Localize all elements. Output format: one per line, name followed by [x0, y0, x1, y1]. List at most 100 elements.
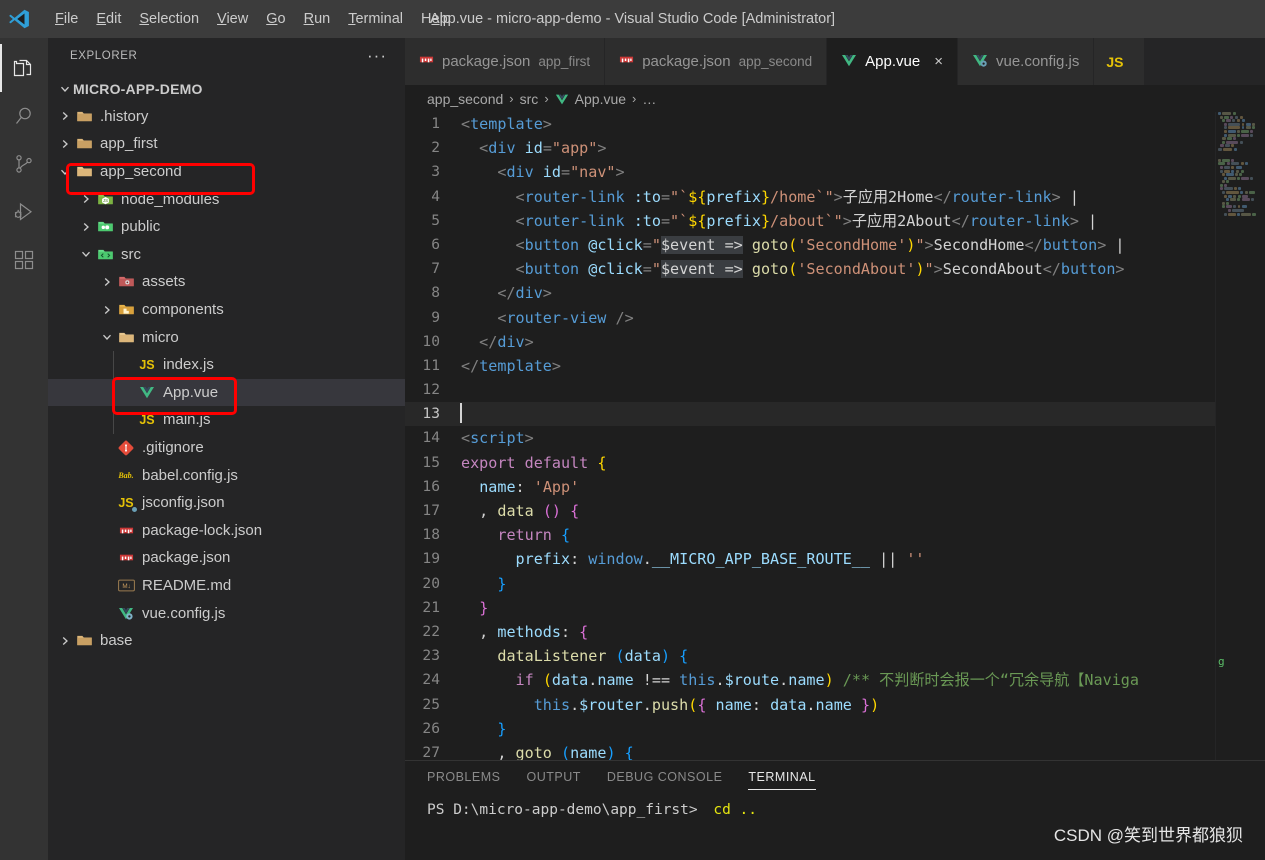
more-actions-icon[interactable]: ···: [367, 47, 387, 64]
source-control-icon[interactable]: [0, 140, 48, 188]
code-line-14[interactable]: 14 <script>: [405, 426, 1215, 450]
tree-item-base[interactable]: base: [48, 627, 405, 655]
explorer-icon[interactable]: [0, 44, 48, 92]
chevron-down-icon[interactable]: [56, 166, 73, 178]
code-line-15[interactable]: 15 export default {: [405, 451, 1215, 475]
code-line-24[interactable]: 24 if (data.name !== this.$route.name) /…: [405, 668, 1215, 692]
code-line-2[interactable]: 2 <div id="app">: [405, 136, 1215, 160]
code-line-23[interactable]: 23 dataListener (data) {: [405, 644, 1215, 668]
code-line-27[interactable]: 27 , goto (name) {: [405, 741, 1215, 760]
line-number: 8: [431, 284, 440, 302]
chevron-right-icon[interactable]: [56, 635, 73, 647]
breadcrumb-symbol-ellipsis[interactable]: …: [642, 91, 656, 107]
tab-package-json-app-second[interactable]: package.json app_second: [605, 38, 828, 85]
panel-tab-bar: PROBLEMS OUTPUT DEBUG CONSOLE TERMINAL: [405, 761, 1265, 798]
breadcrumb-app-second[interactable]: app_second: [427, 91, 503, 107]
tree-item-node-modules[interactable]: JS node_modules: [48, 185, 405, 213]
code-line-21[interactable]: 21 }: [405, 596, 1215, 620]
chevron-right-icon[interactable]: [98, 276, 115, 288]
tree-item-jsconfig-json[interactable]: JS jsconfig.json: [48, 489, 405, 517]
code-line-7[interactable]: 7 <button @click="$event => goto('Second…: [405, 257, 1215, 281]
chevron-down-icon[interactable]: [98, 331, 115, 343]
tree-item--gitignore[interactable]: .gitignore: [48, 434, 405, 462]
menu-edit[interactable]: Edit: [87, 8, 130, 30]
search-icon[interactable]: [0, 92, 48, 140]
menu-file[interactable]: File: [46, 8, 87, 30]
tab-js-partial[interactable]: JS: [1094, 38, 1145, 85]
panel-tab-terminal[interactable]: TERMINAL: [748, 770, 816, 790]
chevron-right-icon[interactable]: [98, 304, 115, 316]
tree-item-package-lock-json[interactable]: package-lock.json: [48, 517, 405, 545]
vscode-window: File Edit Selection View Go Run Terminal…: [0, 0, 1265, 860]
code-line-5[interactable]: 5 <router-link :to="`${prefix}/about`">子…: [405, 209, 1215, 233]
extensions-icon[interactable]: [0, 236, 48, 284]
tree-root-label: MICRO-APP-DEMO: [73, 80, 203, 97]
code-line-9[interactable]: 9 <router-view />: [405, 306, 1215, 330]
tree-item-index-js[interactable]: JS index.js: [48, 350, 405, 379]
menu-help[interactable]: Help: [412, 8, 460, 30]
code-editor[interactable]: 1 <template> 2 <div id="app"> 3 <div id="na…: [405, 112, 1265, 760]
tree-item-components[interactable]: components: [48, 296, 405, 324]
tab-vue-config-js[interactable]: vue.config.js: [957, 38, 1095, 85]
tree-item-public[interactable]: public: [48, 213, 405, 241]
panel-tab-problems[interactable]: PROBLEMS: [427, 770, 500, 790]
tree-item-package-json[interactable]: package.json: [48, 544, 405, 572]
menu-terminal[interactable]: Terminal: [339, 8, 412, 30]
breadcrumb-src[interactable]: src: [520, 91, 539, 107]
tree-item-micro[interactable]: micro: [48, 323, 405, 351]
panel-tab-output[interactable]: OUTPUT: [526, 770, 580, 790]
code-line-10[interactable]: 10 </div>: [405, 330, 1215, 354]
code-line-17[interactable]: 17 , data () {: [405, 499, 1215, 523]
code-line-22[interactable]: 22 , methods: {: [405, 620, 1215, 644]
line-number: 12: [422, 381, 440, 399]
npm-file-icon: [619, 52, 634, 71]
tree-item-main-js[interactable]: JS main.js: [48, 406, 405, 434]
menu-selection[interactable]: Selection: [130, 8, 208, 30]
code-line-1[interactable]: 1 <template>: [405, 112, 1215, 136]
code-line-13[interactable]: 13: [405, 402, 1215, 427]
tree-root-micro-app-demo[interactable]: MICRO-APP-DEMO: [48, 75, 405, 103]
menu-go[interactable]: Go: [257, 8, 294, 30]
menu-run[interactable]: Run: [295, 8, 340, 30]
code-line-20[interactable]: 20 }: [405, 572, 1215, 596]
close-icon[interactable]: ×: [934, 53, 943, 70]
tree-item-vue-config-js[interactable]: vue.config.js: [48, 599, 405, 627]
tree-item-babel-config-js[interactable]: Bab. babel.config.js: [48, 461, 405, 489]
tree-item--history[interactable]: .history: [48, 103, 405, 131]
code-line-6[interactable]: 6 <button @click="$event => goto('Second…: [405, 233, 1215, 257]
code-line-3[interactable]: 3 <div id="nav">: [405, 160, 1215, 184]
chevron-down-icon[interactable]: [77, 248, 94, 260]
tab-package-json-app-first[interactable]: package.json app_first: [405, 38, 606, 85]
code-line-26[interactable]: 26 }: [405, 717, 1215, 741]
breadcrumb-app-vue[interactable]: App.vue: [555, 91, 626, 107]
chevron-right-icon[interactable]: [56, 138, 73, 150]
code-line-16[interactable]: 16 name: 'App': [405, 475, 1215, 499]
chevron-right-icon[interactable]: [77, 221, 94, 233]
panel-tab-debug-console[interactable]: DEBUG CONSOLE: [607, 770, 723, 790]
line-number: 27: [422, 743, 440, 760]
minimap-line: [1216, 140, 1265, 144]
code-line-18[interactable]: 18 return {: [405, 523, 1215, 547]
tree-item-src[interactable]: src: [48, 241, 405, 269]
menu-view[interactable]: View: [208, 8, 257, 30]
tree-item-label: babel.config.js: [142, 466, 238, 484]
code-line-12[interactable]: 12: [405, 378, 1215, 402]
run-and-debug-icon[interactable]: [0, 188, 48, 236]
tree-item-app-vue[interactable]: App.vue: [48, 378, 405, 407]
terminal-output[interactable]: PS D:\micro-app-demo\app_first> cd ..: [405, 798, 1265, 860]
tree-item-app-first[interactable]: app_first: [48, 130, 405, 158]
chevron-right-icon[interactable]: [56, 110, 73, 122]
tree-item-app-second[interactable]: app_second: [48, 158, 405, 186]
code-lines[interactable]: 1 <template> 2 <div id="app"> 3 <div id="na…: [405, 112, 1215, 760]
code-line-19[interactable]: 19 prefix: window.__MICRO_APP_BASE_ROUTE…: [405, 547, 1215, 571]
code-line-25[interactable]: 25 this.$router.push({ name: data.name }…: [405, 693, 1215, 717]
tree-item-readme-md[interactable]: M↓ README.md: [48, 572, 405, 600]
code-line-4[interactable]: 4 <router-link :to="`${prefix}/home`">子应…: [405, 185, 1215, 209]
code-line-8[interactable]: 8 </div>: [405, 281, 1215, 305]
tab-app-vue[interactable]: App.vue ×: [827, 38, 958, 85]
minimap[interactable]: g: [1215, 112, 1265, 760]
chevron-right-icon[interactable]: [77, 193, 94, 205]
code-line-11[interactable]: 11 </template>: [405, 354, 1215, 378]
tree-item-assets[interactable]: assets: [48, 268, 405, 296]
breadcrumb-label: App.vue: [574, 90, 627, 107]
